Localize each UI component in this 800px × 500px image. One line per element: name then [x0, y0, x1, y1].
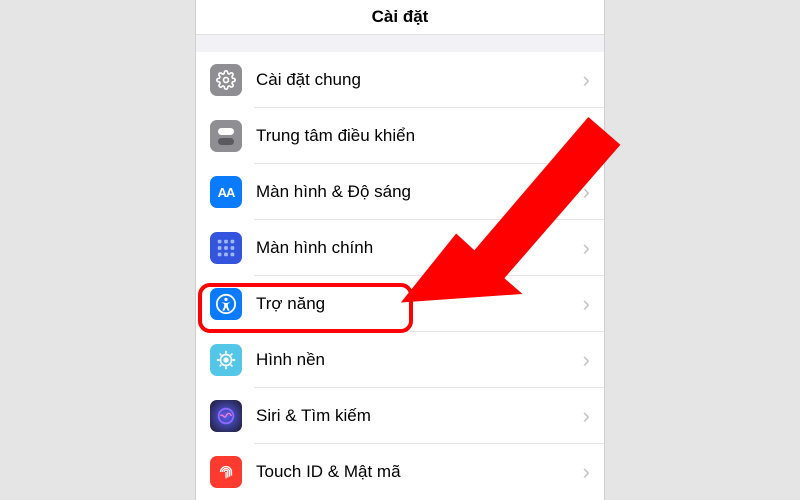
section-gap	[196, 35, 604, 52]
header-bar: Cài đặt	[196, 0, 604, 35]
chevron-right-icon: ›	[583, 461, 590, 483]
row-label: Hình nền	[256, 350, 583, 370]
chevron-right-icon: ›	[583, 293, 590, 315]
chevron-right-icon: ›	[583, 181, 590, 203]
row-label: Touch ID & Mật mã	[256, 462, 583, 482]
chevron-right-icon: ›	[583, 69, 590, 91]
row-touchid[interactable]: Touch ID & Mật mã ›	[196, 444, 604, 500]
row-label: Cài đặt chung	[256, 70, 583, 90]
settings-list: Cài đặt chung › Trung tâm điều khiển › A…	[196, 52, 604, 500]
wallpaper-icon	[210, 344, 242, 376]
row-control-center[interactable]: Trung tâm điều khiển ›	[196, 108, 604, 164]
row-display[interactable]: AA Màn hình & Độ sáng ›	[196, 164, 604, 220]
row-label: Màn hình chính	[256, 238, 583, 258]
home-screen-icon	[210, 232, 242, 264]
row-label: Siri & Tìm kiếm	[256, 406, 583, 426]
control-center-icon	[210, 120, 242, 152]
chevron-right-icon: ›	[583, 405, 590, 427]
row-label: Trợ năng	[256, 294, 583, 314]
chevron-right-icon: ›	[583, 237, 590, 259]
row-general[interactable]: Cài đặt chung ›	[196, 52, 604, 108]
settings-screen: Cài đặt Cài đặt chung › Trung tâm điều k…	[195, 0, 605, 500]
row-siri[interactable]: Siri & Tìm kiếm ›	[196, 388, 604, 444]
display-brightness-icon: AA	[210, 176, 242, 208]
gear-icon	[210, 64, 242, 96]
fingerprint-icon	[210, 456, 242, 488]
chevron-right-icon: ›	[583, 125, 590, 147]
row-home-screen[interactable]: Màn hình chính ›	[196, 220, 604, 276]
chevron-right-icon: ›	[583, 349, 590, 371]
siri-icon	[210, 400, 242, 432]
accessibility-icon	[210, 288, 242, 320]
row-label: Trung tâm điều khiển	[256, 126, 583, 146]
page-title: Cài đặt	[372, 7, 429, 27]
row-label: Màn hình & Độ sáng	[256, 182, 583, 202]
row-wallpaper[interactable]: Hình nền ›	[196, 332, 604, 388]
row-accessibility[interactable]: Trợ năng ›	[196, 276, 604, 332]
